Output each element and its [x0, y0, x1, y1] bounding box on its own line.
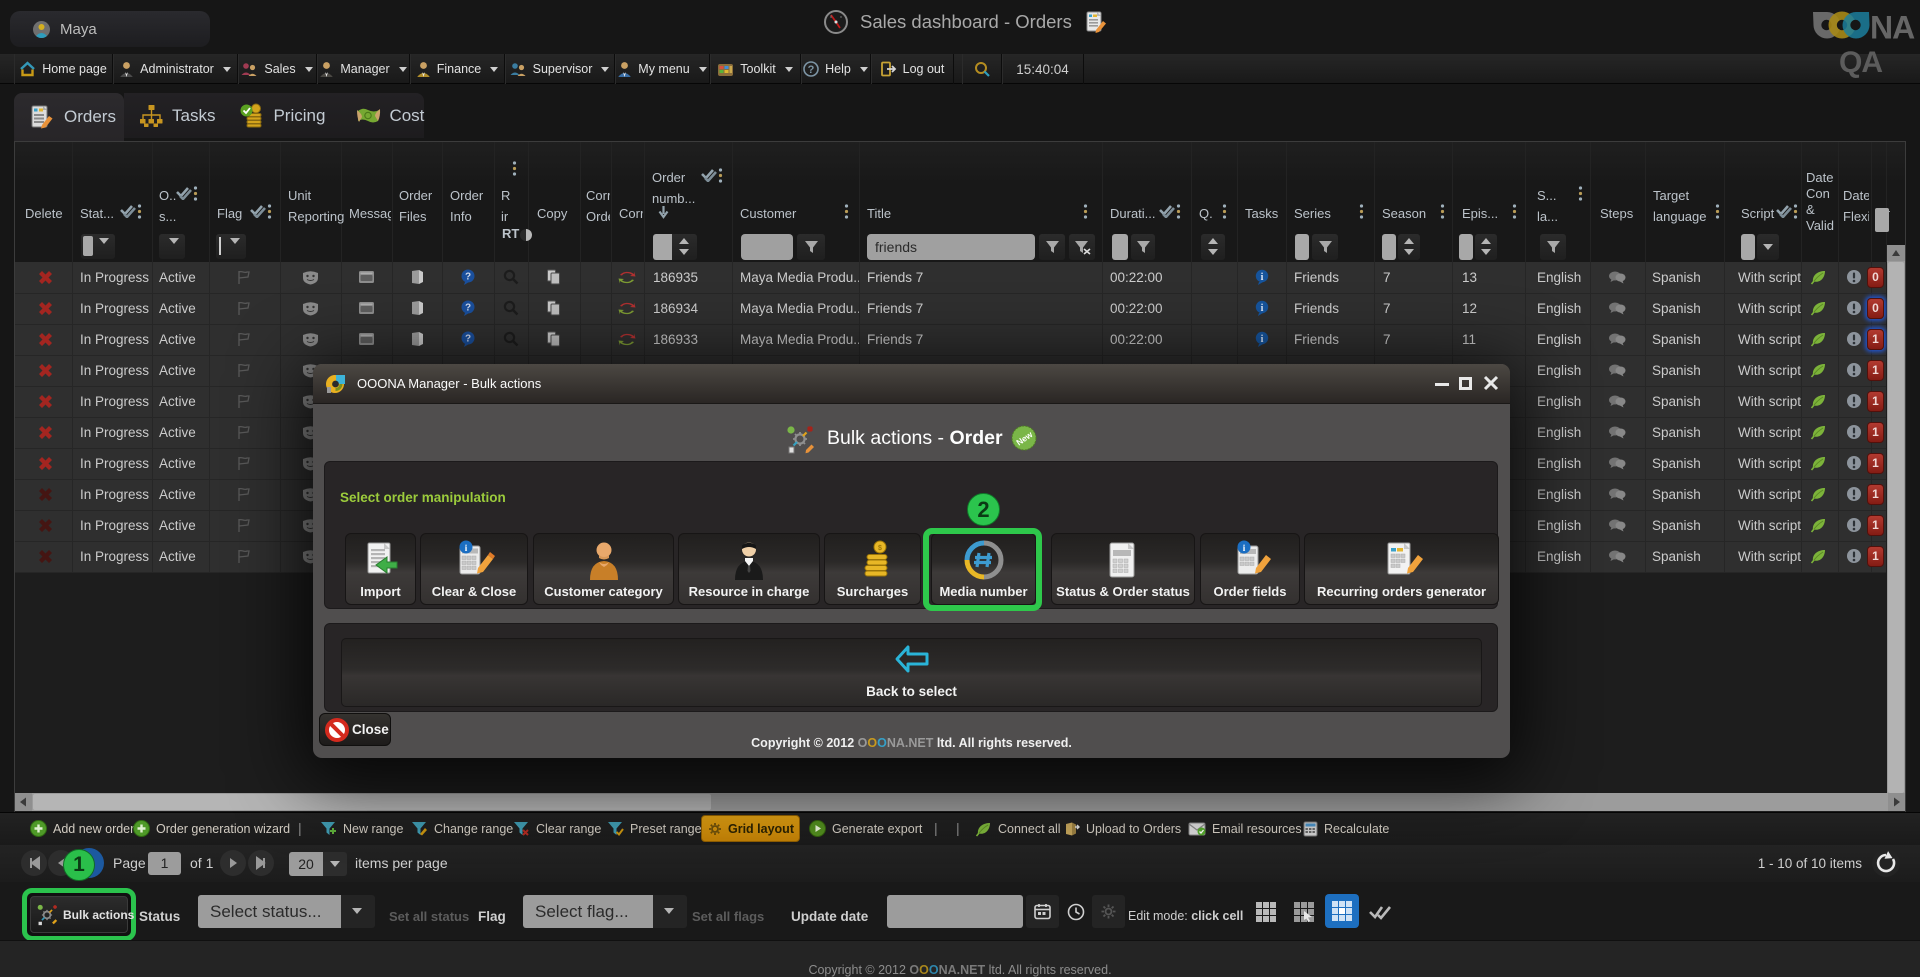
- svg-text:i: i: [1261, 303, 1264, 314]
- svg-text:i: i: [1261, 334, 1264, 345]
- svg-text:?: ?: [465, 272, 471, 283]
- svg-text:i: i: [1261, 272, 1264, 283]
- svg-text:x: x: [840, 14, 842, 19]
- svg-text:?: ?: [465, 303, 471, 314]
- svg-text:QA: QA: [1839, 46, 1882, 79]
- svg-text:NA: NA: [1870, 10, 1915, 46]
- svg-text:?: ?: [465, 334, 471, 345]
- svg-text:$: $: [878, 545, 882, 552]
- svg-text:?: ?: [808, 64, 815, 76]
